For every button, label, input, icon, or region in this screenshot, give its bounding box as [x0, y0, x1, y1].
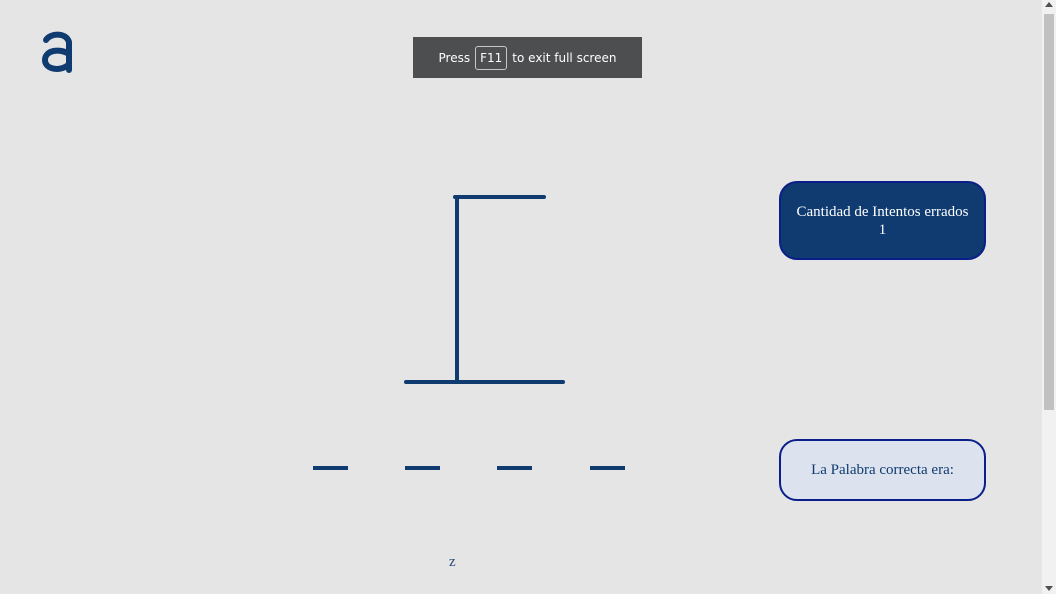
correct-word-label: La Palabra correcta era: [811, 461, 954, 478]
letter-blank [313, 466, 348, 470]
wrong-attempts-label: Cantidad de Intentos errados [796, 203, 969, 220]
scroll-thumb[interactable] [1044, 14, 1054, 410]
fullscreen-exit-toast: Press F11 to exit full screen [413, 37, 642, 78]
scroll-up-arrow-icon[interactable] [1045, 2, 1053, 7]
a-logo-icon [41, 31, 72, 73]
wrong-attempts-panel: Cantidad de Intentos errados 1 [779, 181, 986, 260]
toast-suffix: to exit full screen [512, 50, 617, 65]
letter-blank [590, 466, 625, 470]
letter-blank [405, 466, 440, 470]
tried-letters: z [449, 554, 456, 570]
letter-blank [497, 466, 532, 470]
scroll-down-arrow-icon[interactable] [1045, 586, 1053, 591]
toast-prefix: Press [438, 50, 471, 65]
wrong-attempts-count: 1 [878, 221, 887, 238]
vertical-scrollbar[interactable] [1042, 0, 1056, 594]
hangman-gallows [404, 195, 565, 384]
correct-word-panel: La Palabra correcta era: [779, 439, 986, 501]
f11-key-hint: F11 [475, 45, 508, 70]
